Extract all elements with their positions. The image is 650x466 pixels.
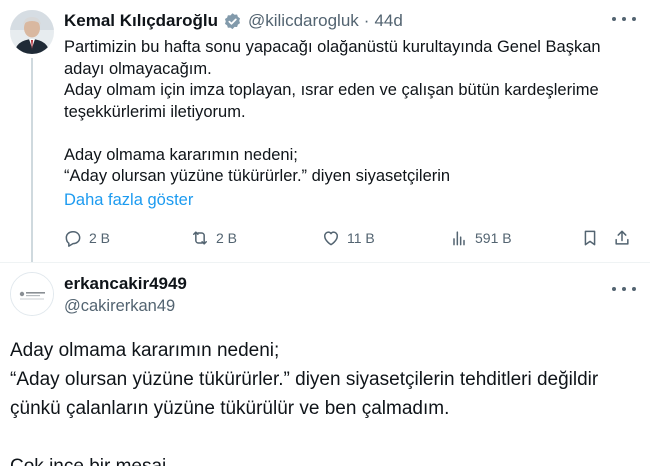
reply-text-line: [10, 423, 640, 452]
tweet-text-line: Aday olmam için imza toplayan, ısrar ede…: [64, 81, 599, 99]
tweet-text-line: teşekkürlerimi iletiyorum.: [64, 102, 246, 121]
reply-more-options-icon[interactable]: [612, 282, 636, 296]
author-handle[interactable]: @kilicdarogluk: [248, 11, 359, 31]
tweet-header: Kemal Kılıçdaroğlu @kilicdarogluk · 44d: [64, 10, 403, 32]
tweet-divider: [0, 262, 650, 263]
more-options-icon[interactable]: [612, 12, 636, 26]
tweet-text-line: [64, 123, 634, 145]
tweet-text-line: Aday olmama kararımın nedeni;: [64, 145, 298, 164]
reply-avatar-graphic: [11, 273, 53, 315]
tweet-time[interactable]: 44d: [374, 11, 402, 31]
tweet-text-line: Partimizin bu hafta sonu yapacağı olağan…: [64, 38, 601, 56]
reply-author-avatar[interactable]: [10, 272, 54, 316]
reply-tweet-text: Aday olmama kararımın nedeni; “Aday olur…: [10, 336, 640, 466]
author-photo: [10, 10, 54, 54]
retweet-icon: [193, 231, 207, 245]
heart-icon: [324, 231, 338, 246]
reply-count: 2 B: [89, 230, 111, 246]
tweet-text-line: “Aday olursan yüzüne tükürürler.” diyen …: [64, 167, 451, 185]
reply-text-line: çünkü çalanların yüzüne tükürülür ve ben…: [10, 398, 450, 419]
bookmark-button[interactable]: [580, 226, 606, 250]
tweet-actions-bar: 2 B 2 B 11 B 591 B: [0, 226, 650, 250]
views-button[interactable]: 591 B: [449, 226, 512, 250]
views-chart-icon: [453, 231, 465, 246]
header-separator: ·: [363, 11, 370, 30]
share-button[interactable]: [612, 226, 638, 250]
like-count: 11 B: [347, 230, 375, 246]
author-name[interactable]: Kemal Kılıçdaroğlu: [64, 11, 218, 31]
show-more-link[interactable]: Daha fazla göster: [64, 191, 193, 210]
tweet-text: Partimizin bu hafta sonu yapacağı olağan…: [64, 37, 634, 188]
reply-icon: [65, 231, 81, 247]
retweet-count: 2 B: [216, 230, 238, 246]
like-button[interactable]: 11 B: [321, 226, 375, 250]
share-icon: [615, 230, 629, 245]
reply-author-handle[interactable]: @cakirerkan49: [64, 297, 175, 316]
reply-author-name[interactable]: erkancakir4949: [64, 274, 187, 294]
tweet-text-line: adayı olmayacağım.: [64, 59, 212, 78]
reply-text-line: Aday olmama kararımın nedeni;: [10, 340, 280, 361]
reply-text-line: Çok ince bir mesaj...: [10, 452, 640, 466]
views-count: 591 B: [475, 230, 512, 246]
reply-text-line: “Aday olursan yüzüne tükürürler.” diyen …: [10, 369, 599, 390]
author-avatar[interactable]: [10, 10, 54, 54]
reply-button[interactable]: 2 B: [63, 226, 110, 250]
quoted-tweet[interactable]: Kemal Kılıçdaroğlu @kilicdarogluk · 44d …: [0, 0, 650, 262]
retweet-button[interactable]: 2 B: [190, 226, 237, 250]
verified-badge-icon[interactable]: [223, 12, 242, 31]
bookmark-icon: [584, 230, 596, 246]
